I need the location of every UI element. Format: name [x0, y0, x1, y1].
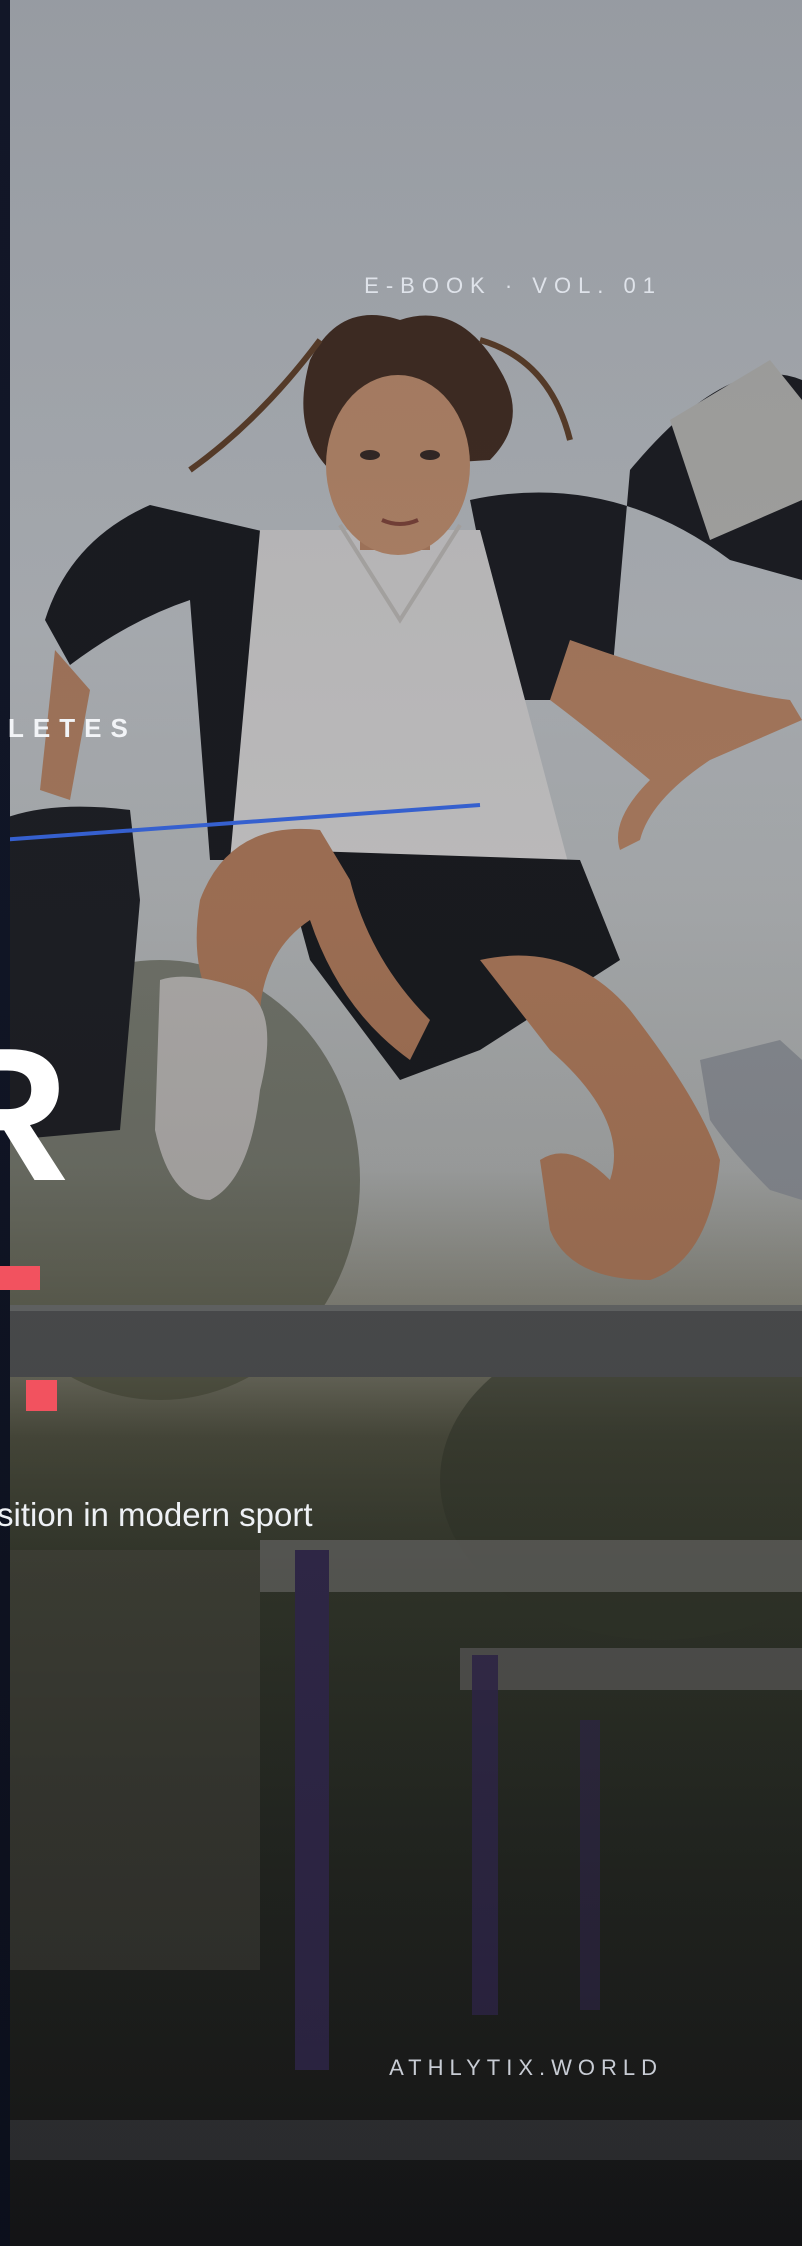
accent-square	[26, 1380, 57, 1411]
accent-bar	[0, 1266, 40, 1290]
website-label: ATHLYTIX.WORLD	[389, 2055, 663, 2080]
title-letter: R	[0, 1009, 70, 1221]
photo-overlay	[0, 0, 802, 2246]
edition-label: E-BOOK · VOL. 01	[364, 273, 662, 298]
title-kicker: LETES	[8, 713, 137, 743]
cover-subtitle: sition in modern sport	[0, 1496, 313, 1533]
ebook-cover: E-BOOK · VOL. 01 LETES R sition in moder…	[0, 0, 802, 2246]
